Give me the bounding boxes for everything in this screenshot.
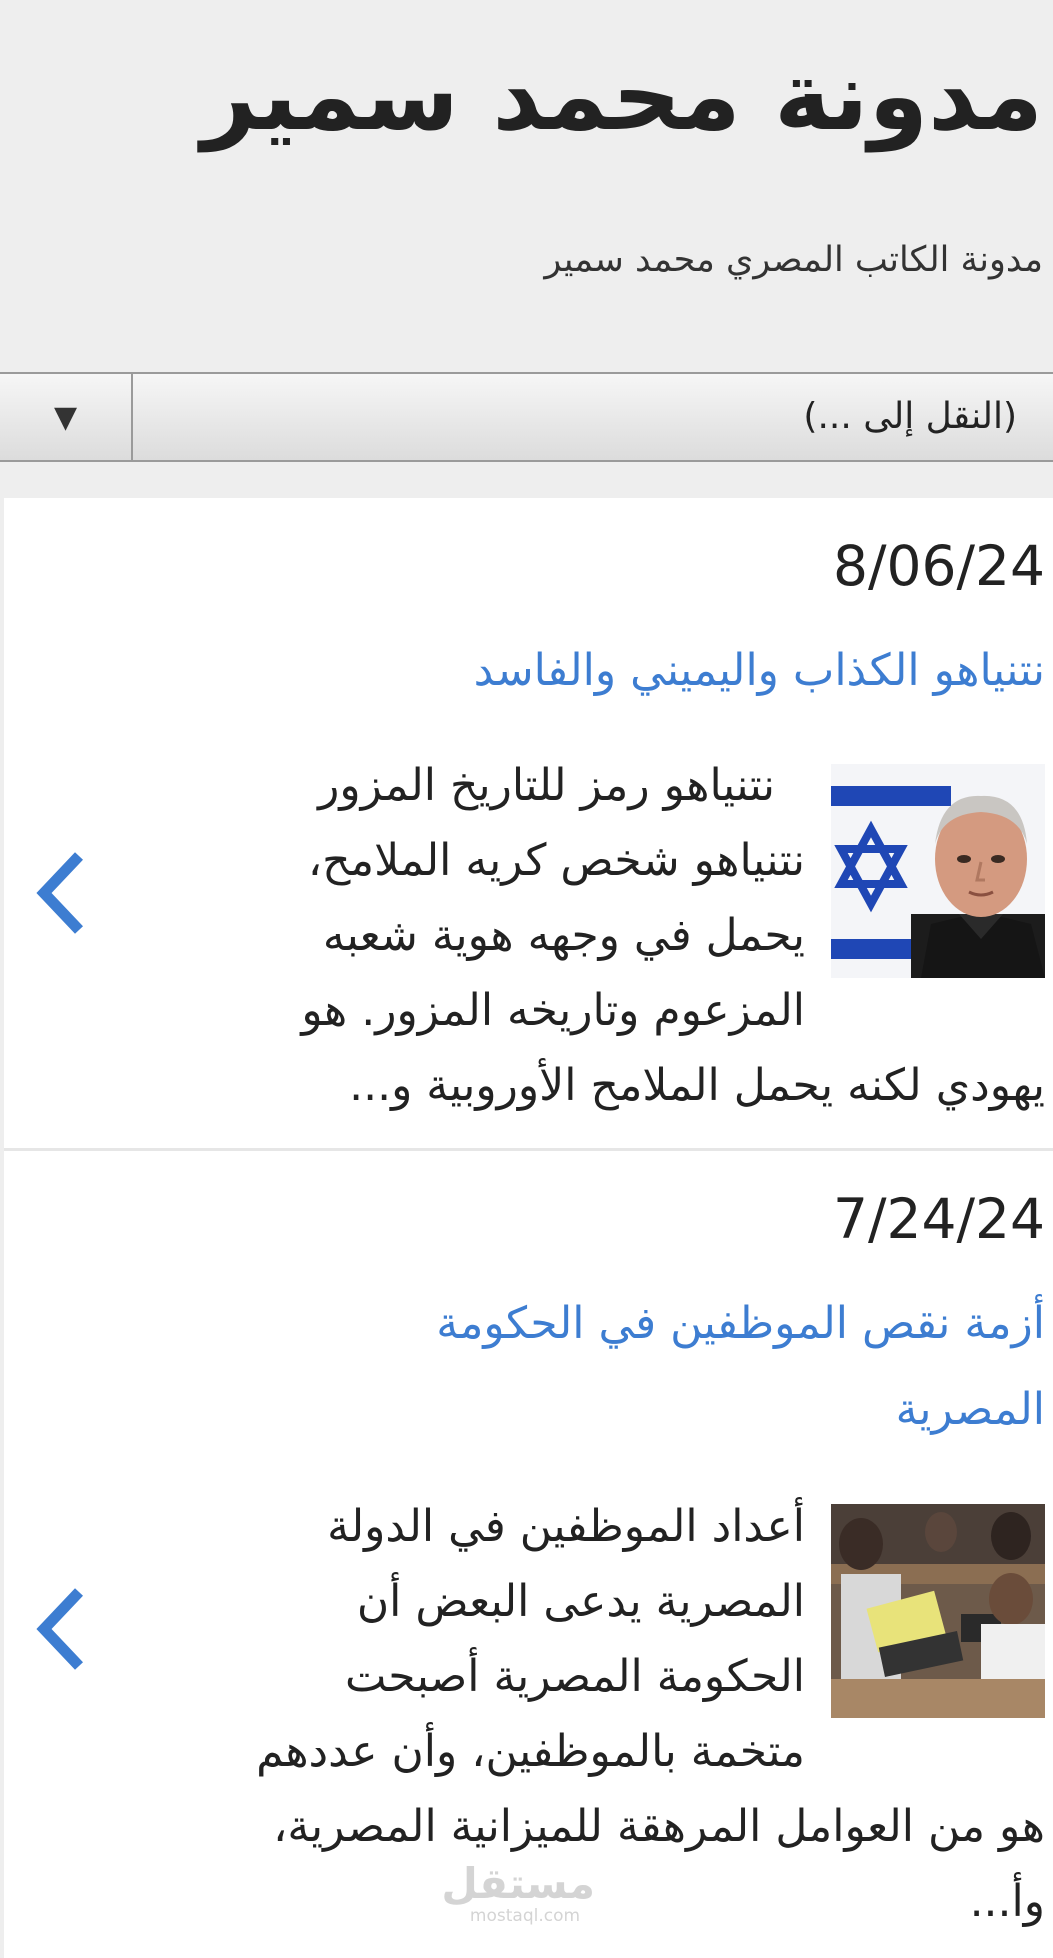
snippet-line: نتنياهو شخص كريه الملامح، — [307, 835, 805, 886]
snippet-line: المصرية يدعى البعض أن — [356, 1576, 805, 1627]
snippet-line: يحمل في وجهه هوية شعبه — [322, 910, 805, 961]
dropdown-arrow-button[interactable]: ▼ — [0, 374, 133, 460]
post-date: 7/24/24 — [832, 1187, 1045, 1251]
post-item: 8/06/24 نتنياهو الكذاب واليميني والفاسد — [4, 498, 1053, 1151]
navigation-select[interactable]: ▼ (النقل إلى ...) — [0, 372, 1053, 462]
post-title-line: نتنياهو الكذاب واليميني والفاسد — [473, 645, 1045, 696]
post-title-link[interactable]: نتنياهو الكذاب واليميني والفاسد — [474, 628, 1045, 714]
chevron-left-icon[interactable] — [34, 848, 94, 938]
snippet-line: هو من العوامل المرهقة للميزانية المصرية، — [273, 1801, 1045, 1852]
snippet-line: وأ... — [969, 1876, 1045, 1927]
post-snippet: أعداد الموظفين في الدولة المصرية يدعى ال… — [256, 1489, 1045, 1939]
blog-description: مدونة الكاتب المصري محمد سمير — [544, 240, 1043, 280]
chevron-left-icon[interactable] — [34, 1584, 94, 1674]
post-title-link[interactable]: أزمة نقص الموظفين في الحكومة المصرية — [436, 1281, 1045, 1453]
snippet-line: متخمة بالموظفين، وأن عددهم — [256, 1726, 805, 1777]
post-title-line: أزمة نقص الموظفين في الحكومة — [436, 1298, 1045, 1349]
posts-container: 8/06/24 نتنياهو الكذاب واليميني والفاسد — [4, 498, 1053, 1958]
post-item: 7/24/24 أزمة نقص الموظفين في الحكومة الم… — [4, 1151, 1053, 1958]
snippet-line: يهودي لكنه يحمل الملامح الأوروبية و... — [349, 1060, 1045, 1111]
blog-title[interactable]: مدونة محمد سمير — [201, 40, 1044, 152]
snippet-line: أعداد الموظفين في الدولة — [327, 1501, 805, 1552]
post-date: 8/06/24 — [832, 534, 1045, 598]
caret-down-icon: ▼ — [53, 399, 78, 435]
watermark-latin: mostaql.com — [469, 1906, 581, 1926]
mostaql-watermark: مستقل mostaql.com — [441, 1859, 595, 1927]
snippet-line: الحكومة المصرية أصبحت — [344, 1651, 805, 1702]
post-title-line: المصرية — [895, 1384, 1045, 1435]
snippet-line: نتنياهو رمز للتاريخ المزور — [318, 760, 775, 811]
watermark-arabic: مستقل — [441, 1859, 595, 1908]
navigation-select-label: (النقل إلى ...) — [803, 396, 1017, 437]
blog-header: مدونة محمد سمير مدونة الكاتب المصري محمد… — [0, 0, 1053, 372]
post-snippet: نتنياهو رمز للتاريخ المزور نتنياهو شخص ك… — [301, 748, 1045, 1123]
snippet-line: المزعوم وتاريخه المزور. هو — [301, 985, 805, 1036]
